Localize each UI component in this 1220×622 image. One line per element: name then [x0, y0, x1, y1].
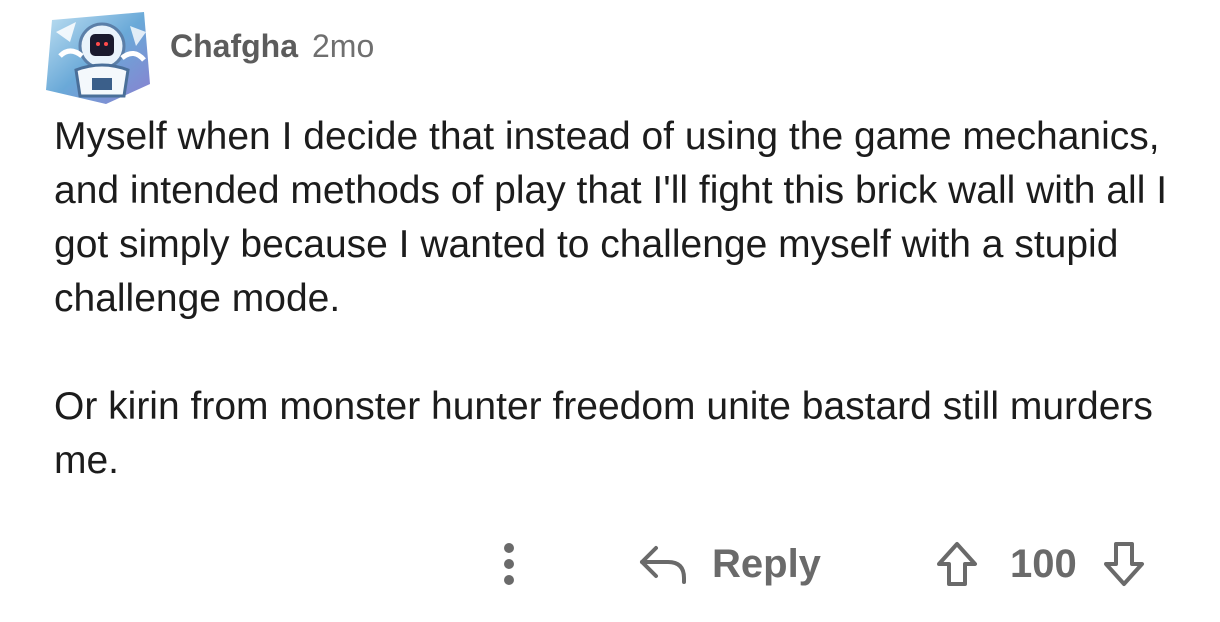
user-avatar[interactable] [46, 12, 150, 104]
comment-header: Chafgha 2mo [170, 28, 374, 68]
reply-label: Reply [712, 541, 821, 586]
reply-arrow-icon [640, 546, 686, 584]
vertical-ellipsis-icon [504, 543, 514, 585]
comment-paragraph: Or kirin from monster hunter freedom uni… [54, 385, 1153, 482]
comment-paragraph: Myself when I decide that instead of usi… [54, 115, 1168, 320]
downvote-button[interactable] [1099, 535, 1149, 593]
vote-score: 100 [1010, 541, 1077, 586]
username[interactable]: Chafgha [170, 28, 298, 65]
upvote-button[interactable] [932, 535, 982, 593]
comment-actions: Reply 100 [0, 535, 1220, 595]
comment: Chafgha 2mo Myself when I decide that in… [0, 0, 1220, 622]
avatar-image [46, 12, 150, 104]
downvote-arrow-icon [1103, 542, 1144, 586]
reply-button[interactable]: Reply [638, 535, 821, 593]
comment-body: Myself when I decide that instead of usi… [54, 110, 1174, 488]
vote-controls: 100 [932, 535, 1149, 593]
more-options-button[interactable] [492, 535, 526, 593]
timestamp: 2mo [312, 28, 375, 64]
upvote-arrow-icon [937, 542, 977, 586]
